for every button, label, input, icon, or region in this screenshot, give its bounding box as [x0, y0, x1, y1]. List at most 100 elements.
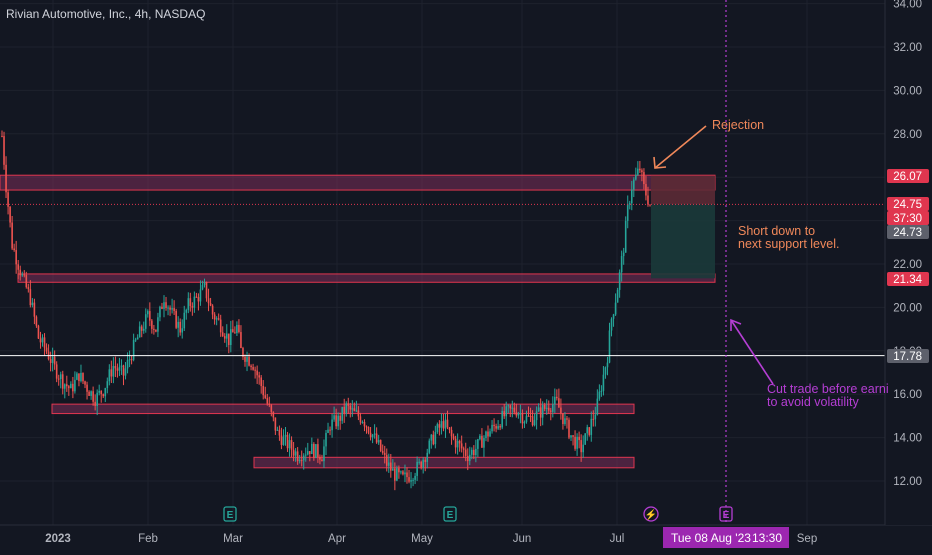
- candle-body: [365, 426, 368, 428]
- candle-body: [373, 433, 376, 435]
- candle-body: [371, 434, 374, 438]
- candle-body: [552, 404, 554, 412]
- candle-body: [430, 434, 433, 441]
- rejection-arrow: [654, 125, 707, 169]
- candle-body: [292, 449, 295, 456]
- candle-body: [525, 415, 528, 422]
- candle-body: [234, 332, 236, 334]
- candle-body: [189, 298, 192, 307]
- candle-body: [49, 359, 52, 363]
- candle-body: [252, 367, 254, 370]
- candle-body: [213, 314, 216, 320]
- candle-body: [335, 415, 337, 427]
- candle-body: [106, 381, 109, 389]
- candle-body: [331, 419, 333, 431]
- candle-body: [616, 289, 619, 303]
- candle-body: [165, 302, 167, 309]
- candle-body: [560, 407, 562, 414]
- earnings-letter: E: [723, 510, 730, 521]
- candle-body: [149, 311, 151, 321]
- candle-body: [108, 369, 111, 382]
- candle-body: [454, 438, 457, 448]
- candle-body: [290, 440, 293, 450]
- candle-body: [144, 314, 147, 329]
- candle-body: [418, 461, 420, 463]
- candle-body: [456, 440, 459, 448]
- candle-body: [564, 418, 566, 424]
- candle-body: [355, 410, 358, 412]
- candle-body: [436, 424, 439, 433]
- candle-body: [225, 333, 228, 339]
- candle-body: [394, 468, 396, 481]
- candle-body: [163, 302, 165, 309]
- time-tick-label: Jul: [610, 533, 625, 545]
- candle-body: [495, 426, 497, 429]
- earnings-letter: E: [227, 510, 234, 521]
- candle-body: [572, 435, 574, 437]
- candle-body: [161, 306, 163, 309]
- candle-body: [547, 407, 550, 411]
- candle-body: [630, 189, 633, 204]
- candle-body: [592, 418, 595, 420]
- price-tick-label: 12.00: [893, 476, 922, 488]
- short-annotation-line1: Short down to: [738, 224, 815, 238]
- candle-body: [315, 444, 317, 458]
- candle-body: [276, 429, 279, 431]
- candle-body: [390, 462, 392, 471]
- candle-body: [442, 421, 445, 429]
- candle-body: [375, 433, 378, 443]
- candle-body: [169, 307, 171, 310]
- zone-lower-2: [253, 456, 635, 469]
- candle-body: [434, 432, 437, 445]
- candle-body: [432, 434, 435, 445]
- candle-body: [278, 429, 281, 436]
- candle-body: [173, 308, 175, 311]
- cut-trade-arrow: [730, 319, 774, 385]
- candle-body: [74, 379, 76, 392]
- candle-body: [98, 390, 100, 393]
- candle-body: [329, 429, 331, 431]
- time-tick-label: Apr: [328, 533, 346, 545]
- candle-body: [612, 314, 615, 319]
- candle-body: [309, 451, 311, 455]
- earnings-marker[interactable]: E: [223, 506, 237, 522]
- earnings-marker[interactable]: E: [443, 506, 457, 522]
- candle-body: [624, 220, 627, 253]
- candle-body: [187, 298, 190, 310]
- candle-body: [191, 306, 194, 308]
- chart-container[interactable]: 12.0014.0016.0018.0020.0022.0024.0026.00…: [0, 0, 932, 550]
- candle-body: [513, 407, 516, 413]
- candle-body: [266, 398, 269, 404]
- candle-body: [244, 356, 246, 362]
- candle-body: [505, 406, 508, 417]
- split-marker[interactable]: ⚡: [643, 506, 659, 522]
- candle-body: [509, 405, 512, 409]
- last-price-label: 24.73: [893, 227, 922, 239]
- candle-body: [286, 434, 289, 449]
- candle-body: [171, 308, 173, 310]
- candle-body: [13, 248, 15, 251]
- candle-body: [487, 431, 489, 437]
- candle-body: [272, 411, 275, 418]
- candle-body: [193, 296, 196, 308]
- candle-body: [501, 411, 503, 428]
- earnings-marker[interactable]: E: [719, 506, 733, 522]
- candle-body: [136, 337, 139, 340]
- candle-body: [55, 364, 58, 379]
- price-tick-label: 32.00: [893, 42, 922, 54]
- candle-body: [321, 459, 323, 462]
- candle-body: [385, 454, 388, 466]
- candle-body: [260, 377, 262, 387]
- resistance-price-label: 26.07: [893, 171, 922, 183]
- candle-body: [406, 472, 408, 478]
- candle-body: [580, 440, 582, 453]
- candle-body: [104, 388, 107, 397]
- candle-body: [556, 396, 558, 399]
- crosshair-date: Tue 08 Aug '23: [671, 531, 751, 545]
- price-chart[interactable]: 12.0014.0016.0018.0020.0022.0024.0026.00…: [0, 0, 932, 550]
- candle-body: [491, 424, 493, 432]
- candle-body: [343, 406, 346, 414]
- candle-body: [230, 329, 232, 346]
- candle-body: [574, 436, 576, 449]
- candle-body: [92, 391, 94, 402]
